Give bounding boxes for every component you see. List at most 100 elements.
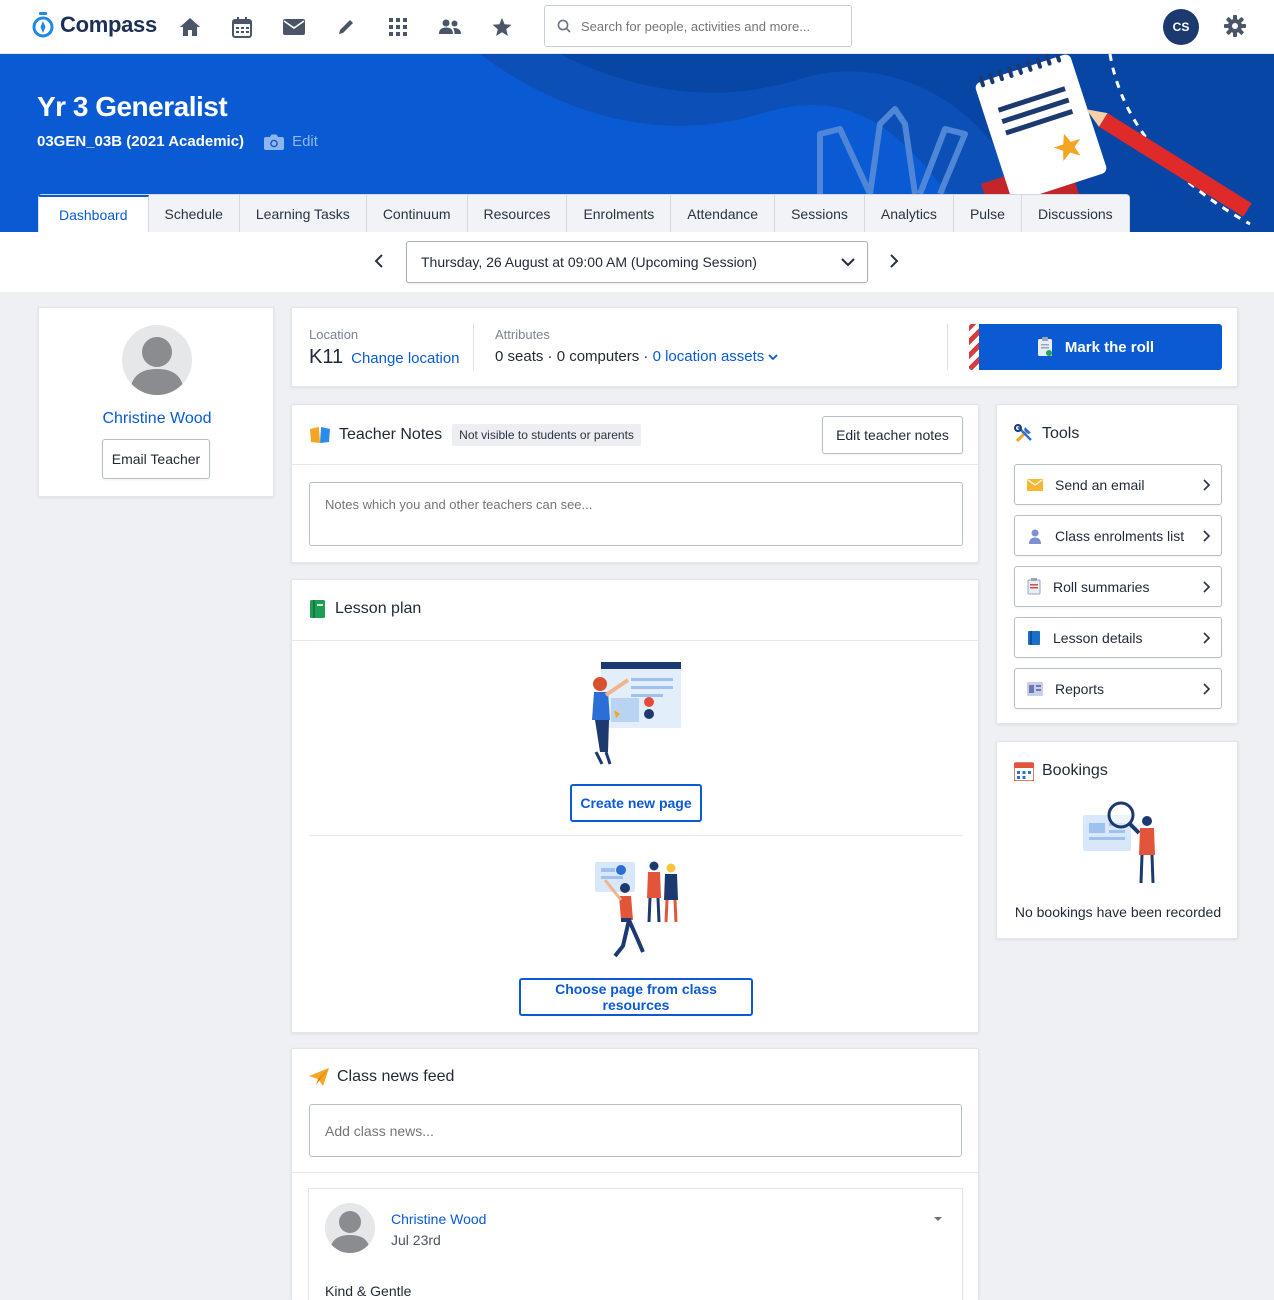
tool-send-email[interactable]: Send an email [1014,464,1222,505]
tab-resources[interactable]: Resources [468,195,568,232]
divider [292,464,980,465]
location-value: K11 [309,346,344,368]
chevron-right-icon[interactable] [889,254,899,271]
search-icon [557,19,571,33]
compass-logo[interactable]: Compass [32,12,157,38]
bookings-title: Bookings [1042,762,1108,779]
tab-learning-tasks[interactable]: Learning Tasks [240,195,367,232]
post-author-link[interactable]: Christine Wood [391,1211,486,1227]
clipboard-icon [1037,337,1052,356]
lesson-plan-title: Lesson plan [335,600,422,617]
mail-icon[interactable] [280,14,308,40]
caret-down-icon[interactable] [933,1209,943,1225]
chevron-right-icon [1203,682,1211,695]
tab-discussions[interactable]: Discussions [1022,195,1129,232]
person-icon [1029,529,1041,544]
post-author-avatar [325,1203,375,1253]
bookings-card: Bookings No bookings have been recorded [996,741,1238,939]
teacher-avatar [122,325,192,395]
tools-title: Tools [1042,425,1080,442]
tool-class-enrolments-list[interactable]: Class enrolments list [1014,515,1222,556]
tab-continuum[interactable]: Continuum [367,195,468,232]
tab-enrolments[interactable]: Enrolments [567,195,672,232]
email-teacher-button[interactable]: Email Teacher [102,439,210,479]
attributes-text: 0 seats · 0 computers · [495,348,649,365]
tool-reports[interactable]: Reports [1014,668,1222,709]
pencil-icon[interactable] [332,14,360,40]
tab-schedule[interactable]: Schedule [149,195,240,232]
teacher-card: Christine Wood Email Teacher [38,307,274,497]
teacher-notes-title: Teacher Notes [339,426,443,443]
tab-pulse[interactable]: Pulse [954,195,1022,232]
visibility-badge: Not visible to students or parents [452,424,641,446]
location-label: Location [309,327,359,342]
green-book-icon [310,600,325,618]
user-avatar[interactable]: CS [1163,9,1199,45]
news-post: Christine Wood Jul 23rd Kind & Gentle [308,1188,963,1300]
chevron-right-icon [1203,478,1211,491]
paper-plane-icon [309,1068,329,1086]
class-news-feed-card: Class news feed Christine Wood Jul 23rd … [291,1048,980,1300]
home-icon[interactable] [176,14,204,40]
edit-photo-link[interactable]: Edit [264,133,318,150]
divider [473,324,474,370]
app-name: Compass [60,12,157,37]
no-bookings-message: No bookings have been recorded [1014,904,1222,920]
tools-card: Tools Send an email Class enrolments lis… [996,404,1238,724]
camera-icon [264,134,285,150]
chevron-right-icon [1203,529,1211,542]
create-new-page-button[interactable]: Create new page [570,784,702,822]
class-header: abc Yr 3 Generalist 03GEN_03B (2021 Acad… [0,54,1274,232]
divider [309,835,963,836]
location-assets-link[interactable]: 0 location assets [653,348,779,365]
teacher-name-link[interactable]: Christine Wood [39,410,275,428]
class-code: 03GEN_03B (2021 Academic) [37,133,245,150]
team-illustration [595,861,678,958]
mark-roll-button[interactable]: Mark the roll [969,324,1222,370]
change-location-link[interactable]: Change location [351,350,459,367]
chevron-left-icon[interactable] [374,254,384,271]
top-nav: Compass CS [0,0,1274,54]
report-icon [1027,681,1043,696]
tool-roll-summaries[interactable]: Roll summaries [1014,566,1222,607]
apps-grid-icon[interactable] [384,14,412,40]
notes-book-icon [310,427,330,443]
calendar-icon[interactable] [228,14,256,40]
tab-sessions[interactable]: Sessions [775,195,865,232]
global-search[interactable] [544,5,852,47]
choose-page-from-resources-button[interactable]: Choose page from class resources [519,978,753,1016]
add-class-news-input[interactable] [309,1104,962,1157]
tab-attendance[interactable]: Attendance [671,195,776,232]
roll-stripe [969,324,979,370]
book-icon [1028,630,1040,645]
edit-teacher-notes-button[interactable]: Edit teacher notes [822,416,963,454]
chevron-down-icon [768,354,779,361]
tool-lesson-details[interactable]: Lesson details [1014,617,1222,658]
post-title: Kind & Gentle [325,1283,412,1299]
compass-logo-icon [32,12,54,38]
session-dropdown[interactable]: Thursday, 26 August at 09:00 AM (Upcomin… [406,241,868,283]
location-card: Location K11 Change location Attributes … [291,307,1238,387]
clipboard-icon [1027,578,1041,595]
gear-icon[interactable] [1224,15,1246,40]
lesson-plan-card: Lesson plan Create new page Choose page … [291,579,980,1033]
search-input[interactable] [581,18,831,34]
chevron-right-icon [1203,631,1211,644]
class-tabs: Dashboard Schedule Learning Tasks Contin… [38,194,1130,232]
tab-analytics[interactable]: Analytics [865,195,954,232]
chevron-right-icon [1203,580,1211,593]
class-title: Yr 3 Generalist [37,91,228,122]
post-date: Jul 23rd [391,1232,441,1248]
divider [292,1172,980,1173]
create-page-illustration [592,662,681,765]
calendar-icon [1014,762,1034,781]
envelope-icon [1027,478,1043,491]
search-person-illustration [1083,801,1155,884]
attributes-label: Attributes [495,327,550,342]
tab-dashboard[interactable]: Dashboard [39,195,149,232]
people-icon[interactable] [436,14,464,40]
star-icon[interactable] [488,14,516,40]
tools-icon [1014,424,1032,443]
teacher-notes-input[interactable] [309,482,963,546]
teacher-notes-card: Teacher Notes Not visible to students or… [291,404,980,563]
